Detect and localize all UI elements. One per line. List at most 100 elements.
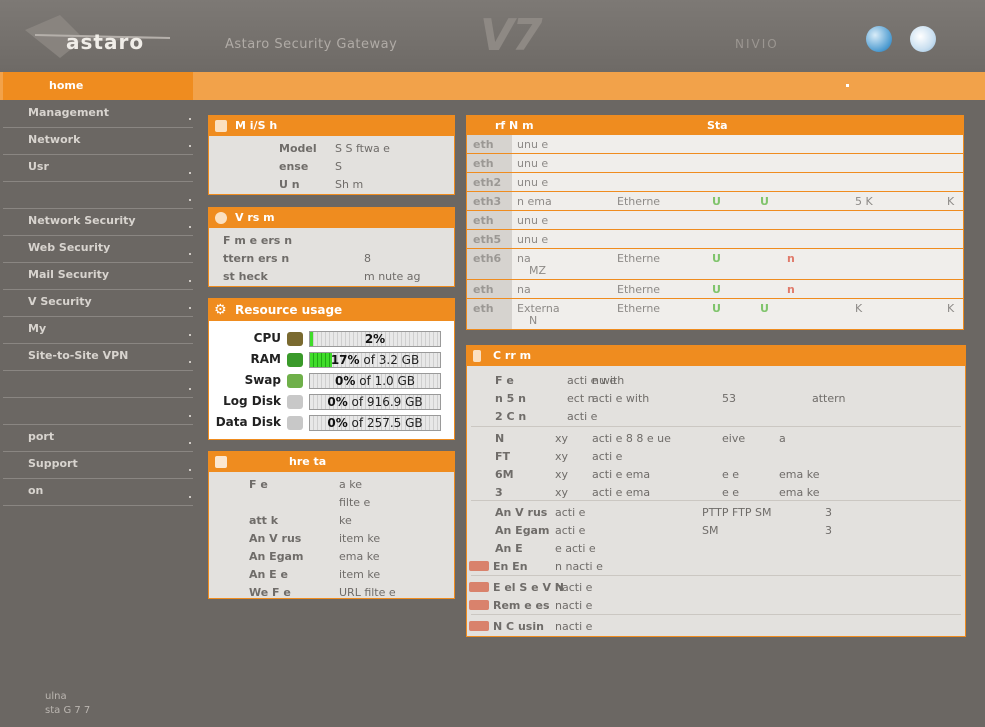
warning-icon [469, 621, 489, 631]
interface-type: Etherne [617, 195, 661, 208]
version-badge: V7 [480, 10, 543, 61]
resource-usage-title: ⚙ Resource usage [209, 299, 454, 321]
panel-row-label: U n [279, 178, 300, 191]
interface-speed: 5 K [855, 195, 873, 208]
panel-row-value: ema ke [339, 550, 380, 563]
sidebar-item[interactable]: Site-to-Site VPN [3, 343, 193, 371]
sidebar-item[interactable]: Mail Security [3, 262, 193, 290]
config-item: 3 [495, 486, 503, 499]
panel-row-label: st heck [223, 270, 268, 283]
config-status: nacti e [555, 620, 593, 633]
system-info-panel: M i/S h Model S S ftwa e ense S U n Sh m [208, 115, 455, 195]
sidebar-item-label: My [28, 322, 47, 335]
interface-row[interactable]: eth unu e [466, 154, 964, 173]
config-separator [471, 614, 961, 615]
config-detail: nu e [592, 374, 617, 387]
config-detail-2: 3 [825, 524, 832, 537]
interface-row[interactable]: eth3 n ema Etherne U U 5 K K [466, 192, 964, 211]
config-detail-3: attern [812, 392, 846, 405]
sidebar-item-marker [189, 253, 191, 255]
interface-id: eth6 [467, 249, 512, 279]
sidebar-item[interactable]: Usr [3, 154, 193, 182]
sidebar-item-marker [189, 469, 191, 471]
config-item: E el S e V N [493, 581, 564, 594]
interface-row[interactable]: eth na Etherne Un [466, 280, 964, 299]
sidebar-item[interactable] [3, 370, 193, 398]
sidebar-item[interactable]: on [3, 478, 193, 506]
interface-id-text: eth2 [473, 176, 502, 189]
config-status: nacti e [555, 599, 593, 612]
sidebar-item[interactable]: Network [3, 127, 193, 155]
interface-status-link: U [712, 195, 721, 208]
interface-type: Etherne [617, 302, 661, 315]
sidebar-item[interactable]: Network Security [3, 208, 193, 236]
panel-row-label: An Egam [249, 550, 304, 563]
config-item: Rem e es [493, 599, 550, 612]
interface-row[interactable]: eth5 unu e [466, 230, 964, 249]
globe-icon[interactable] [866, 26, 892, 52]
sidebar-item-label: Management [28, 106, 109, 119]
usage-bar-text: 0% of 916.9 GB [310, 395, 440, 409]
config-status: nacti e [555, 581, 593, 594]
sidebar-item[interactable]: Management [3, 100, 193, 128]
sidebar-item[interactable] [3, 397, 193, 425]
interface-row[interactable]: eth2 unu e [466, 173, 964, 192]
interface-id: eth [467, 135, 512, 153]
header-bar: astaro Astaro Security Gateway V7 NIVIO [0, 0, 985, 72]
resource-row: RAM 17% of 3.2 GB [209, 351, 449, 369]
config-status: acti e [555, 506, 586, 519]
panel-row-label: att k [249, 514, 279, 527]
disk-icon [287, 395, 303, 409]
astaro-logo[interactable]: astaro [66, 30, 144, 54]
config-status: n nacti e [555, 560, 603, 573]
sidebar-item[interactable]: Web Security [3, 235, 193, 263]
sidebar-item[interactable]: Support [3, 451, 193, 479]
config-status: e acti e [555, 542, 596, 555]
help-icon[interactable] [910, 26, 936, 52]
tab-home[interactable]: home [3, 72, 193, 100]
interface-name: n ema [517, 195, 552, 208]
sidebar-item[interactable] [3, 181, 193, 209]
interface-name-2: MZ [529, 264, 547, 277]
config-detail: PTTP FTP SM [702, 506, 772, 519]
panel-row-label: An E e [249, 568, 288, 581]
panel-row-value: S [335, 160, 342, 173]
usage-total: of 1.0 GB [359, 374, 415, 388]
sidebar-item[interactable]: My [3, 316, 193, 344]
config-detail-2: eive [722, 432, 746, 445]
interface-row[interactable]: eth unu e [466, 211, 964, 230]
sidebar-item-marker [189, 388, 191, 390]
interface-extra: K [947, 195, 955, 208]
interface-row[interactable]: eth Externa N Etherne U U K K [466, 299, 964, 330]
usage-percent: 0% [334, 374, 356, 388]
panel-row-value: filte e [339, 496, 371, 509]
interface-name: na [517, 283, 531, 296]
config-item: n 5 n [495, 392, 526, 405]
sidebar-item[interactable]: V Security [3, 289, 193, 317]
interface-status-2: n [787, 252, 795, 265]
sidebar-item-label: port [28, 430, 55, 443]
interface-row[interactable]: eth unu e [466, 135, 964, 154]
config-item: An E [495, 542, 523, 555]
panel-row-value: item ke [339, 568, 381, 581]
interface-row[interactable]: eth6 na MZ Etherne Un [466, 249, 964, 280]
version-icon [215, 212, 227, 224]
config-separator [471, 500, 961, 501]
sidebar-item[interactable]: port [3, 424, 193, 452]
sidebar-item-marker [189, 145, 191, 147]
config-item: 2 C n [495, 410, 527, 423]
interface-status-link: U [712, 252, 721, 265]
warning-icon [469, 600, 489, 610]
config-detail: acti e ema [592, 486, 651, 499]
usage-bar: 0% of 916.9 GB [309, 394, 441, 410]
panel-row-value: item ke [339, 532, 381, 545]
panel-row-label: An V rus [249, 532, 302, 545]
config-detail: acti e 8 8 e ue [592, 432, 671, 445]
resource-label: Log Disk [223, 394, 281, 408]
panel-row-value: S S ftwa e [335, 142, 390, 155]
gear-icon: ⚙ [214, 302, 227, 318]
usage-bar-text: 0% of 257.5 GB [310, 416, 440, 430]
configuration-title: C rr m [467, 346, 965, 366]
interface-type: Etherne [617, 283, 661, 296]
config-detail: acti e [592, 450, 623, 463]
